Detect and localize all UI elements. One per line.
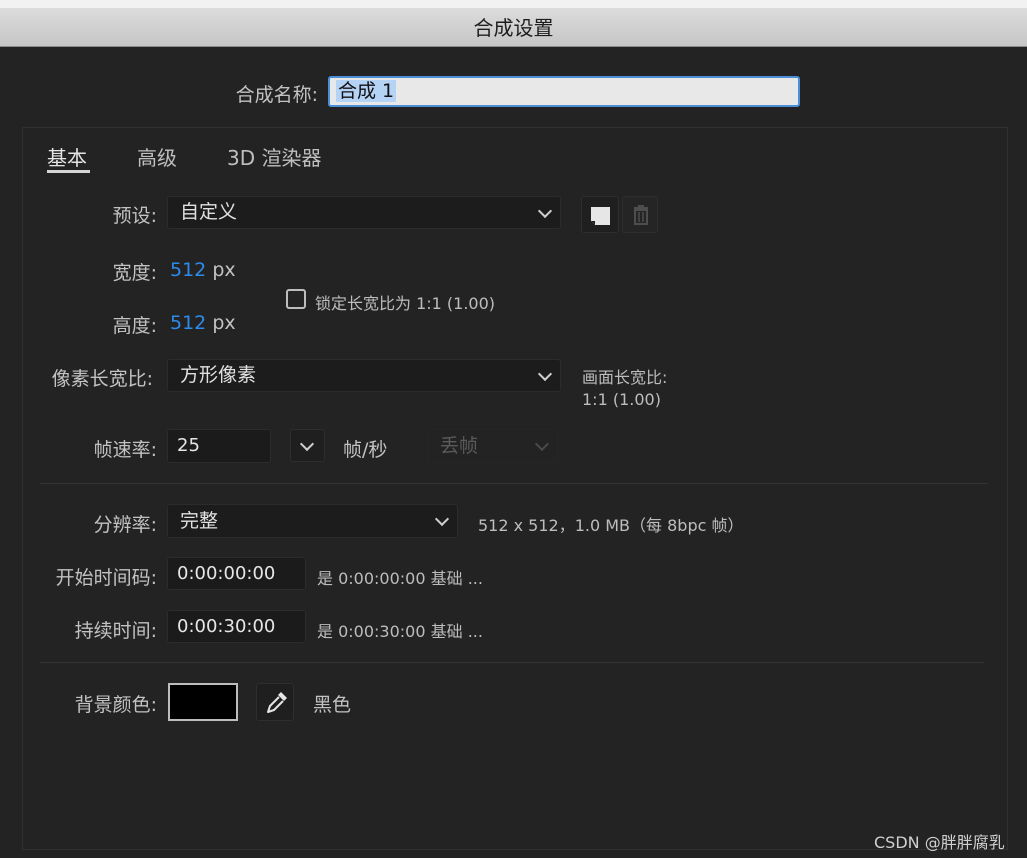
frame-rate-menu-button[interactable] (290, 429, 325, 462)
width-label: 宽度: (112, 262, 157, 284)
watermark: CSDN @胖胖腐乳 (874, 833, 1005, 852)
chevron-down-icon (534, 436, 550, 452)
pixel-aspect-value: 方形像素 (180, 364, 257, 386)
start-timecode-label: 开始时间码: (55, 567, 157, 589)
tab-advanced[interactable]: 高级 (137, 142, 177, 171)
comp-name-input[interactable]: 合成 1 (328, 76, 800, 107)
start-timecode-input[interactable]: 0:00:00:00 (167, 557, 306, 590)
trash-icon (634, 205, 648, 225)
width-field[interactable]: 512 px (170, 259, 236, 281)
save-preset-button[interactable] (581, 196, 619, 233)
comp-name-label: 合成名称: (235, 84, 318, 106)
chevron-down-icon (299, 436, 315, 451)
duration-input[interactable]: 0:00:30:00 (167, 610, 306, 643)
preset-value: 自定义 (180, 201, 238, 223)
drop-frame-value: 丢帧 (440, 435, 479, 457)
resolution-value: 完整 (180, 510, 219, 532)
width-value[interactable]: 512 (170, 259, 206, 281)
frame-aspect-value: 1:1 (1.00) (582, 390, 661, 409)
duration-label: 持续时间: (74, 620, 157, 642)
settings-panel (22, 127, 1008, 850)
lock-aspect-checkbox[interactable] (286, 289, 306, 309)
chevron-down-icon (537, 366, 553, 381)
save-preset-icon (591, 207, 610, 225)
chevron-down-icon (434, 511, 450, 527)
window-title: 合成设置 (0, 8, 1027, 47)
resolution-info: 512 x 512，1.0 MB（每 8bpc 帧） (478, 516, 744, 535)
frame-aspect-label: 画面长宽比: (582, 368, 668, 387)
pixel-aspect-label: 像素长宽比: (51, 368, 153, 390)
height-unit: px (212, 312, 236, 334)
frame-rate-label: 帧速率: (93, 439, 157, 461)
tab-3d-renderer[interactable]: 3D 渲染器 (227, 142, 321, 171)
preset-dropdown[interactable]: 自定义 (167, 196, 561, 229)
pixel-aspect-dropdown[interactable]: 方形像素 (167, 359, 561, 392)
background-color-name: 黑色 (313, 694, 352, 716)
eyedropper-icon (267, 692, 287, 713)
frame-rate-unit: 帧/秒 (343, 439, 388, 461)
background-color-swatch[interactable] (168, 683, 238, 721)
resolution-dropdown[interactable]: 完整 (167, 504, 458, 538)
divider (40, 483, 988, 484)
lock-aspect-label: 锁定长宽比为 1:1 (1.00) (315, 294, 496, 313)
start-timecode-note[interactable]: 是 0:00:00:00 基础 ... (317, 565, 483, 589)
delete-preset-button[interactable] (622, 196, 658, 233)
eyedropper-button[interactable] (256, 683, 294, 721)
frame-rate-input[interactable]: 25 (167, 429, 271, 463)
comp-name-value: 合成 1 (336, 80, 397, 102)
divider (40, 662, 984, 663)
preset-label: 预设: (112, 205, 157, 227)
chevron-down-icon (537, 203, 553, 218)
duration-note[interactable]: 是 0:00:30:00 基础 ... (317, 618, 483, 642)
drop-frame-dropdown[interactable]: 丢帧 (427, 429, 558, 463)
height-field[interactable]: 512 px (170, 312, 236, 334)
height-label: 高度: (112, 315, 157, 337)
tab-basic[interactable]: 基本 (47, 142, 87, 171)
top-strip (0, 0, 1027, 8)
height-value[interactable]: 512 (170, 312, 206, 334)
background-color-label: 背景颜色: (74, 694, 157, 716)
resolution-label: 分辨率: (93, 514, 157, 536)
width-unit: px (212, 259, 236, 281)
active-tab-underline (47, 170, 90, 173)
